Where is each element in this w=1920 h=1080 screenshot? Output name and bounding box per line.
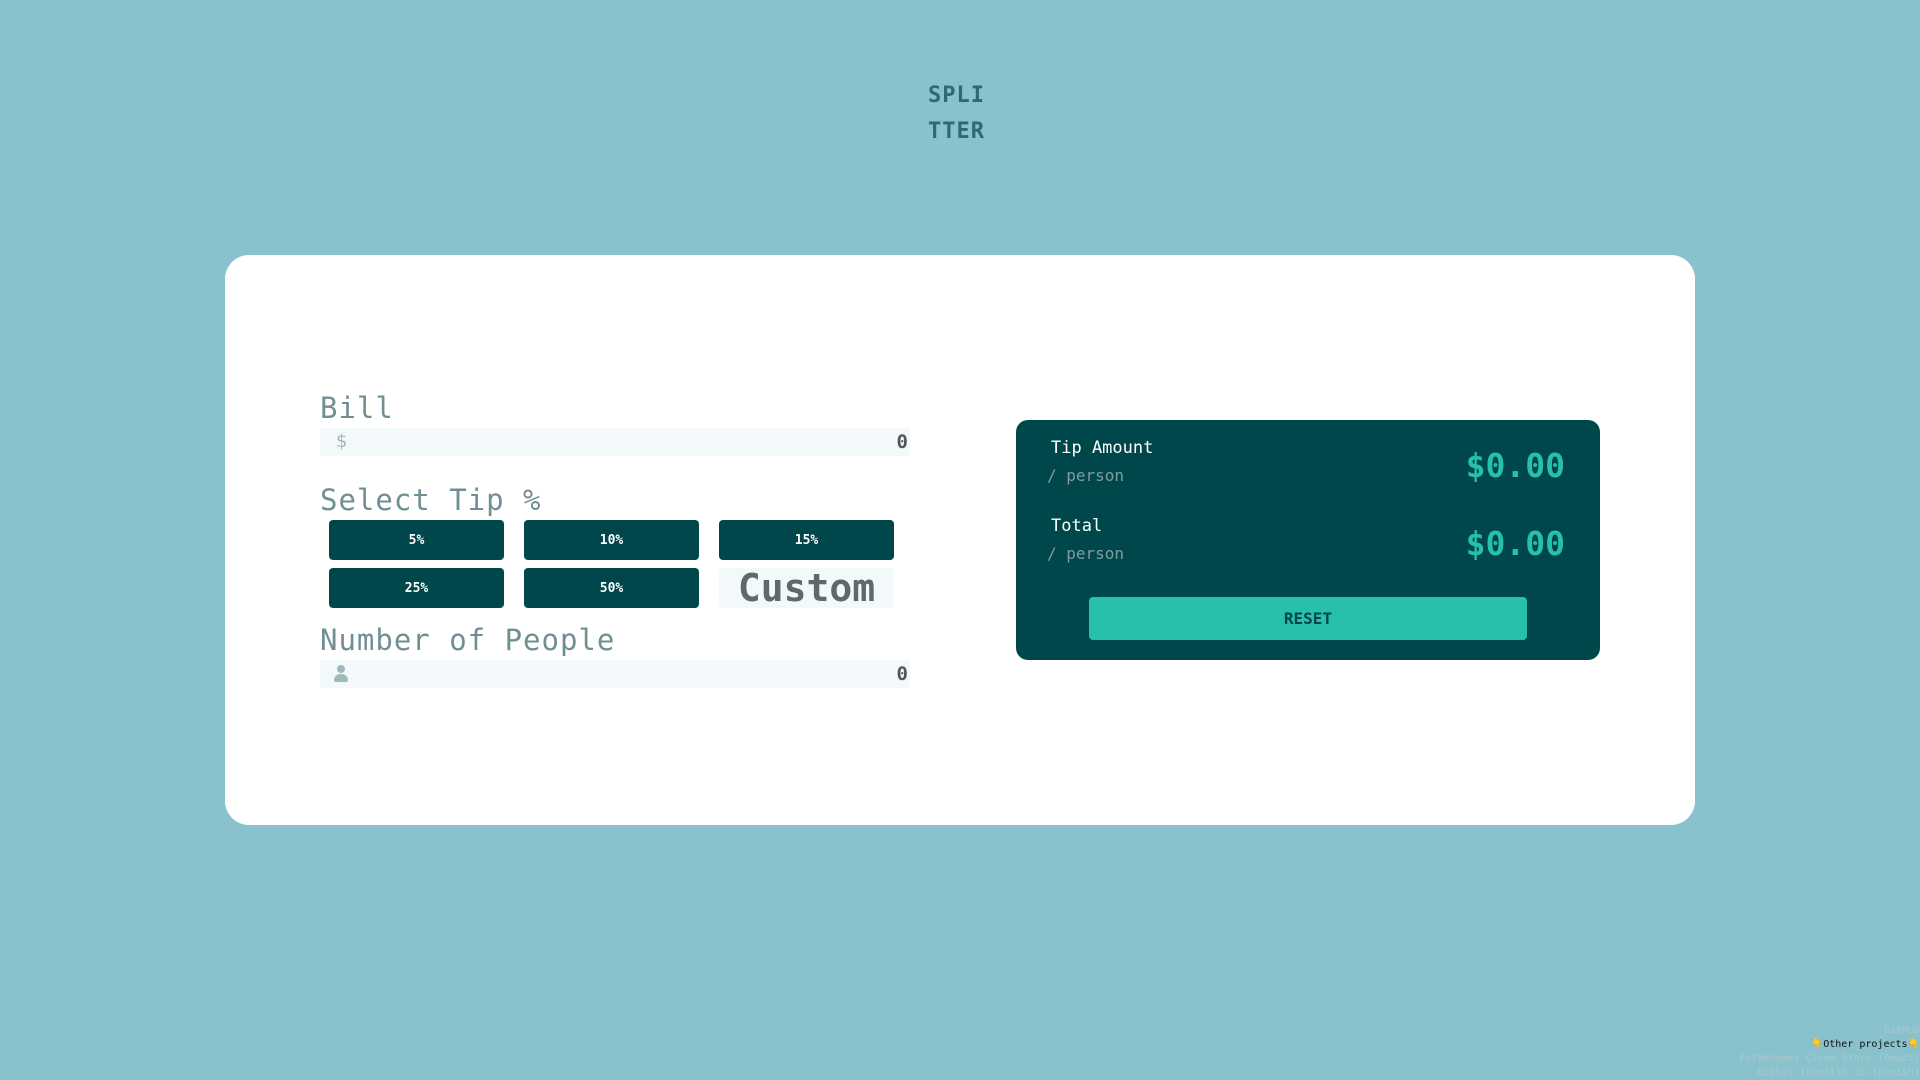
total-row: Total / person $0.00: [1047, 516, 1565, 576]
bill-label: Bill: [320, 391, 394, 425]
bill-value[interactable]: 0: [897, 431, 908, 453]
app-logo: SPLI TTER: [928, 78, 992, 150]
tip-amount-row: Tip Amount / person $0.00: [1047, 438, 1565, 498]
select-tip-label: Select Tip %: [320, 483, 542, 517]
pointer-icon: 👇: [1810, 1039, 1824, 1050]
footer-links: GitHub 👇Other projects👇 FatWahomes Clone…: [1620, 1024, 1920, 1080]
reset-button[interactable]: RESET: [1089, 597, 1527, 640]
input-section: Bill $ 0 Select Tip % 5% 10% 15% 25% 50%…: [320, 390, 910, 688]
logo-line-2: TTER: [928, 119, 985, 144]
people-value[interactable]: 0: [897, 663, 908, 685]
logo-line-1: SPLI: [928, 83, 985, 108]
tip-button-5[interactable]: 5%: [329, 520, 504, 560]
tip-button-15[interactable]: 15%: [719, 520, 894, 560]
footer-link-project-1[interactable]: FatWahomes Clone Store (React): [1620, 1052, 1920, 1066]
person-icon: [333, 665, 349, 683]
total-sub: / person: [1047, 544, 1125, 563]
custom-tip-input[interactable]: Custom: [719, 566, 894, 610]
total-value: $0.00: [1465, 524, 1565, 563]
dollar-icon: $: [336, 431, 348, 452]
total-title: Total: [1051, 516, 1103, 536]
tip-button-50[interactable]: 50%: [524, 568, 699, 608]
tip-amount-sub: / person: [1047, 466, 1125, 485]
tip-amount-title: Tip Amount: [1051, 438, 1154, 458]
footer-link-project-2[interactable]: Giphos (Vanilla JS-spanish): [1620, 1066, 1920, 1080]
tip-amount-value: $0.00: [1465, 446, 1565, 485]
people-input[interactable]: 0: [320, 660, 910, 688]
footer-link-github[interactable]: GitHub: [1620, 1024, 1920, 1038]
results-panel: Tip Amount / person $0.00 Total / person…: [1016, 420, 1600, 660]
calculator-card: Bill $ 0 Select Tip % 5% 10% 15% 25% 50%…: [225, 255, 1695, 825]
bill-input[interactable]: $ 0: [320, 428, 910, 456]
tip-button-10[interactable]: 10%: [524, 520, 699, 560]
number-of-people-label: Number of People: [320, 623, 616, 657]
tip-button-25[interactable]: 25%: [329, 568, 504, 608]
tip-options: 5% 10% 15% 25% 50% Custom: [329, 520, 910, 610]
footer-other-projects: 👇Other projects👇: [1810, 1039, 1920, 1050]
pointer-icon: 👇: [1907, 1039, 1920, 1050]
